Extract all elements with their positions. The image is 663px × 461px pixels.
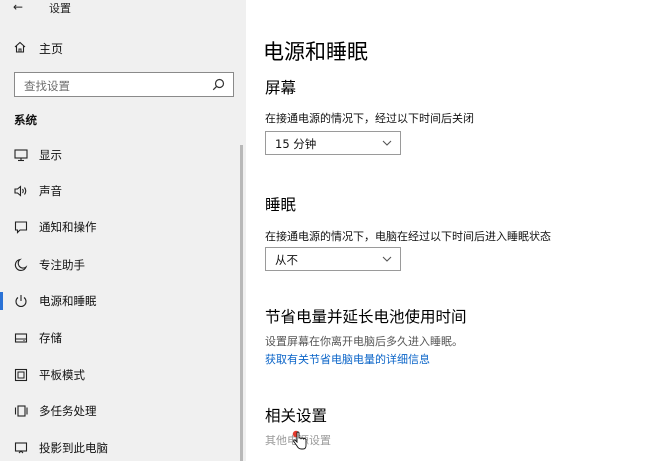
- sidebar-item-label: 专注助手: [39, 258, 85, 272]
- sidebar-item-label: 电源和睡眠: [39, 294, 97, 308]
- battery-info-link[interactable]: 获取有关节省电脑电量的详细信息: [265, 351, 430, 367]
- hand-cursor-icon: [292, 430, 307, 450]
- sleep-timeout-select[interactable]: 从不: [265, 247, 401, 271]
- sidebar-item-label: 通知和操作: [39, 220, 97, 234]
- window-title: 设置: [49, 2, 71, 15]
- speaker-icon: [14, 185, 27, 197]
- screen-timeout-select[interactable]: 15 分钟: [265, 131, 401, 155]
- sidebar-item-notifications[interactable]: 通知和操作: [0, 214, 240, 240]
- sidebar-item-focus-assist[interactable]: 专注助手: [0, 252, 240, 278]
- section-label-system: 系统: [14, 113, 37, 127]
- sidebar-item-label: 声音: [39, 184, 62, 198]
- sidebar-item-home[interactable]: 主页: [0, 36, 240, 60]
- sidebar-item-label: 投影到此电脑: [39, 441, 108, 455]
- search-placeholder: 查找设置: [24, 79, 70, 93]
- sleep-heading: 睡眠: [265, 196, 297, 214]
- sidebar-item-display[interactable]: 显示: [0, 142, 240, 168]
- back-arrow-icon[interactable]: ←: [13, 0, 23, 14]
- title-bar: ← 设置: [0, 0, 246, 16]
- home-icon: [14, 41, 26, 53]
- sidebar-item-project-to-pc[interactable]: 投影到此电脑: [0, 435, 240, 461]
- sidebar: ← 设置 主页 查找设置 系统 显示 声音 通知和操作 专注助手 电源和睡眠 存…: [0, 0, 246, 461]
- tablet-icon: [14, 368, 28, 382]
- main-content: 电源和睡眠 屏幕 在接通电源的情况下，经过以下时间后关闭 15 分钟 睡眠 在接…: [246, 0, 663, 461]
- sidebar-item-label: 多任务处理: [39, 404, 97, 418]
- sidebar-scrollbar[interactable]: [240, 145, 243, 461]
- storage-icon: [14, 333, 28, 343]
- moon-icon: [14, 258, 28, 271]
- chevron-down-icon: [382, 140, 392, 146]
- sleep-description: 在接通电源的情况下，电脑在经过以下时间后进入睡眠状态: [265, 230, 551, 243]
- sidebar-item-label: 主页: [39, 42, 64, 56]
- monitor-icon: [14, 149, 28, 162]
- sidebar-item-label: 存储: [39, 331, 62, 345]
- select-value: 从不: [275, 253, 298, 267]
- sidebar-item-tablet-mode[interactable]: 平板模式: [0, 362, 240, 388]
- battery-heading: 节省电量并延长电池使用时间: [265, 308, 467, 326]
- select-value: 15 分钟: [275, 137, 317, 151]
- screen-description: 在接通电源的情况下，经过以下时间后关闭: [265, 112, 474, 125]
- projector-icon: [14, 442, 28, 454]
- chevron-down-icon: [382, 256, 392, 262]
- sidebar-item-label: 显示: [39, 148, 62, 162]
- search-input[interactable]: 查找设置: [14, 72, 234, 97]
- related-settings-heading: 相关设置: [265, 407, 328, 425]
- sidebar-item-storage[interactable]: 存储: [0, 325, 240, 351]
- sidebar-item-sound[interactable]: 声音: [0, 178, 240, 204]
- sidebar-item-multitasking[interactable]: 多任务处理: [0, 398, 240, 424]
- screen-heading: 屏幕: [265, 79, 297, 97]
- battery-description: 设置屏幕在你离开电脑后多久进入睡眠。: [265, 335, 463, 348]
- notification-icon: [14, 221, 28, 234]
- active-indicator: [0, 292, 3, 310]
- search-icon[interactable]: [212, 78, 225, 91]
- power-icon: [15, 295, 27, 308]
- page-title: 电源和睡眠: [263, 40, 368, 64]
- sidebar-item-label: 平板模式: [39, 368, 85, 382]
- multitask-icon: [14, 405, 28, 417]
- sidebar-item-power-sleep[interactable]: 电源和睡眠: [0, 288, 240, 314]
